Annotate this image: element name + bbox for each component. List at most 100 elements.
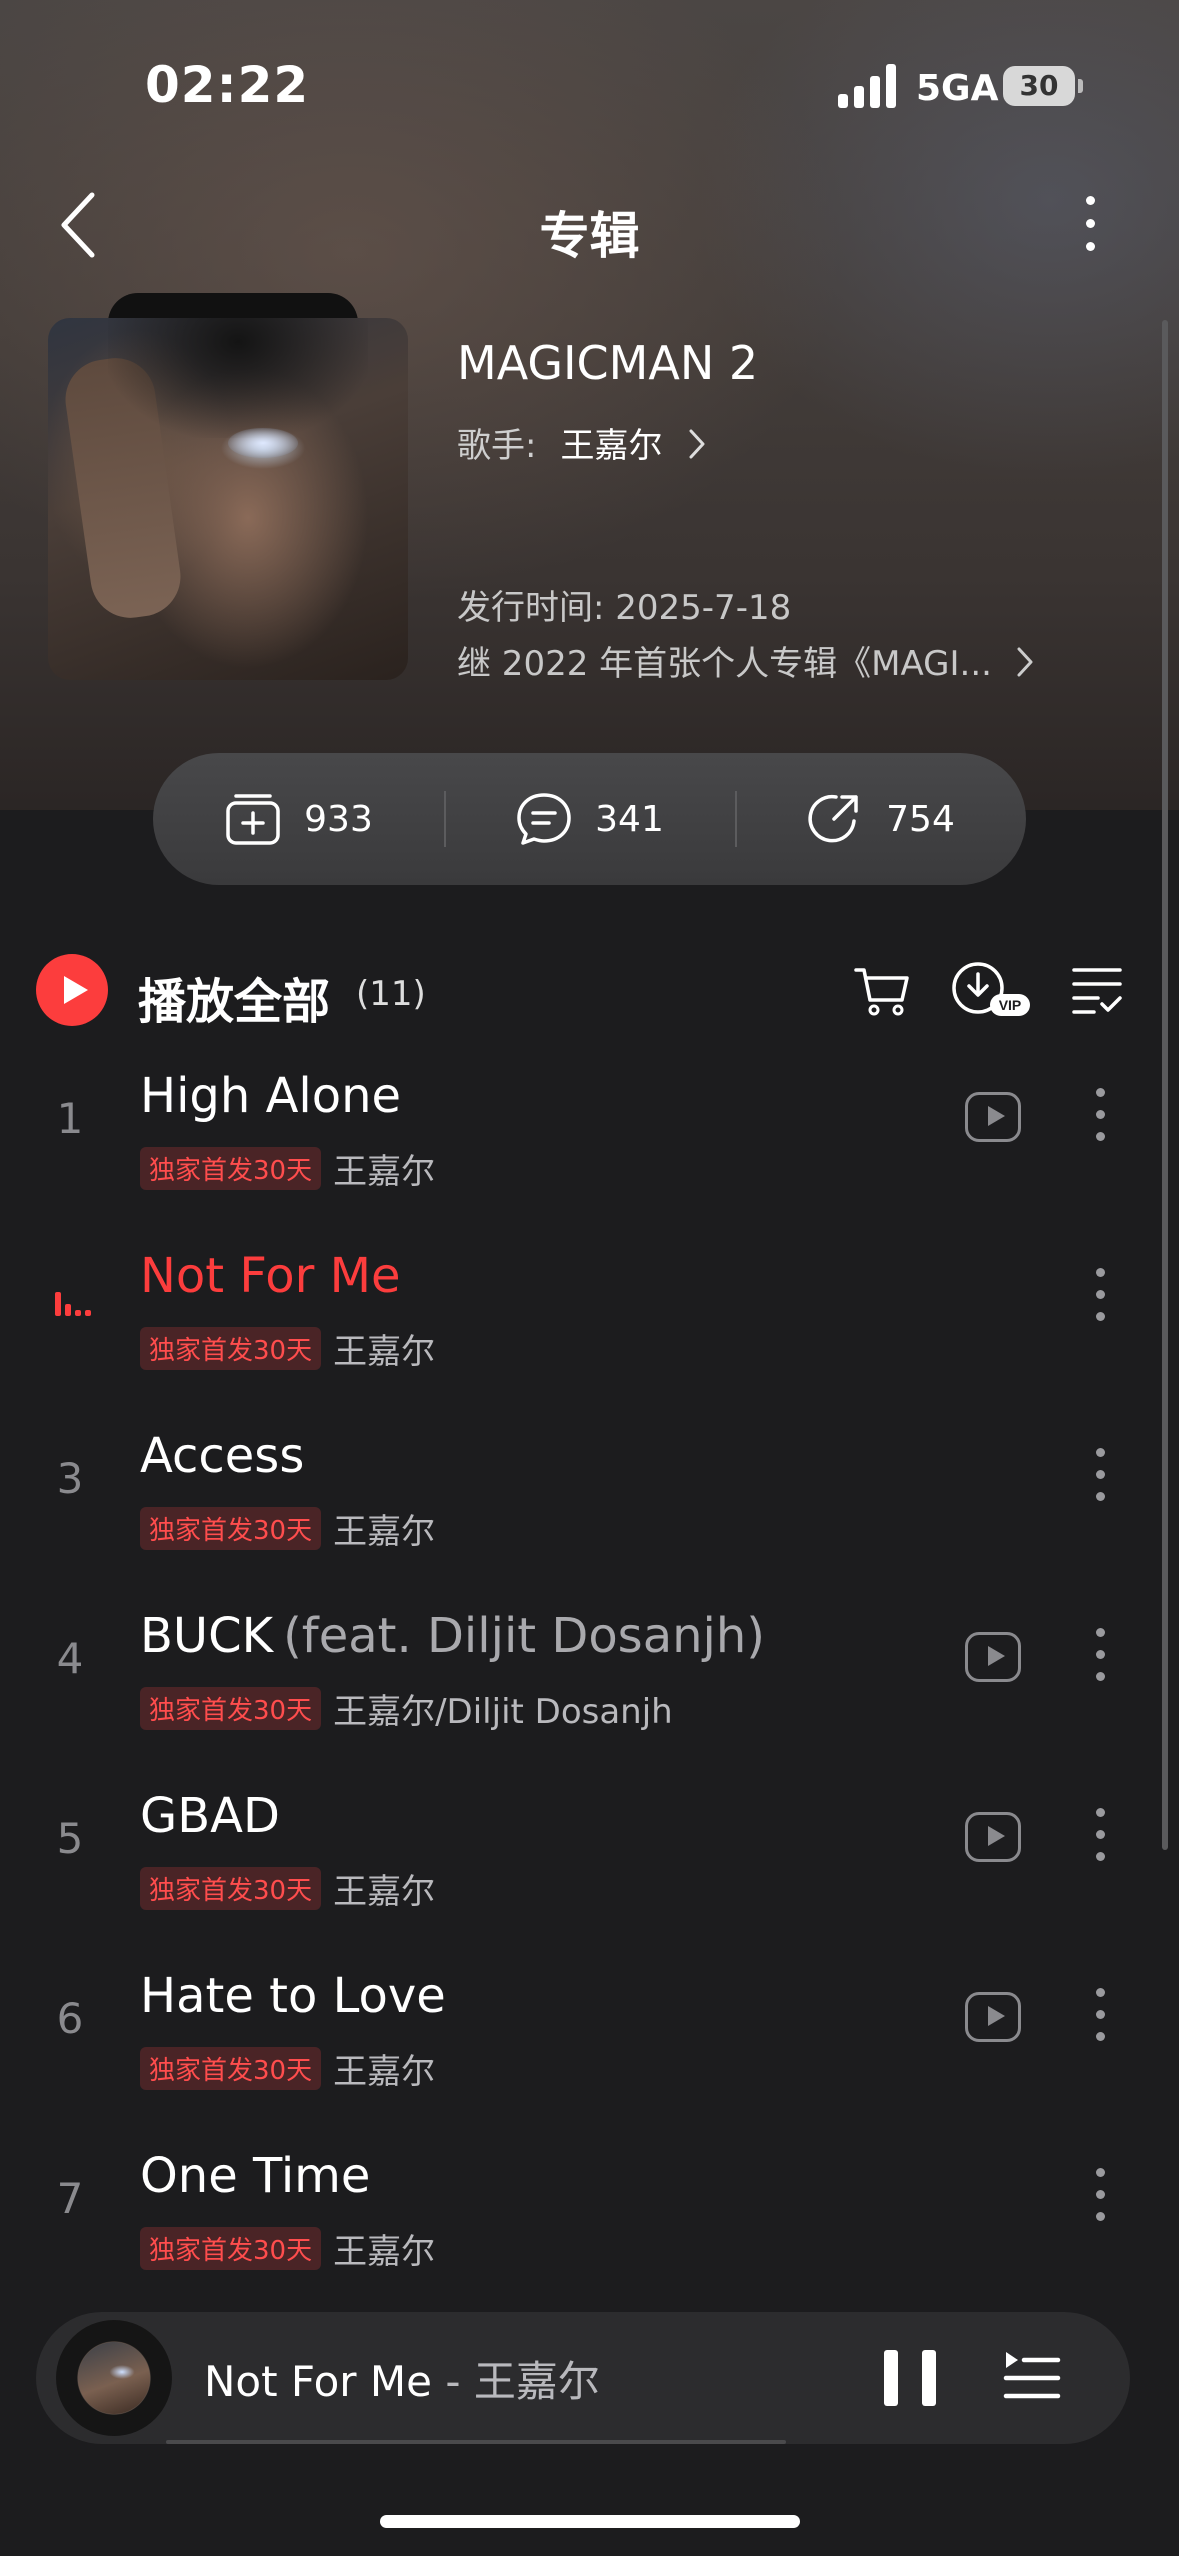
mini-separator: - (432, 2357, 474, 2406)
track-number: 4 (56, 1634, 84, 1683)
track-artist: 王嘉尔 (333, 2052, 436, 2092)
exclusive-badge: 独家首发30天 (140, 1507, 322, 1550)
video-icon[interactable] (965, 1092, 1021, 1142)
battery-icon: 30 (1003, 66, 1083, 106)
exclusive-badge: 独家首发30天 (140, 2227, 322, 2270)
track-row[interactable]: Not For Me 独家首发30天 王嘉尔 (0, 1220, 1179, 1400)
track-row[interactable]: 1 High Alone 独家首发30天 王嘉尔 (0, 1040, 1179, 1220)
video-icon[interactable] (965, 1812, 1021, 1862)
track-title: Hate to Love (140, 1968, 446, 2024)
mini-player-cover[interactable] (56, 2320, 172, 2436)
more-icon (1080, 1628, 1120, 1681)
track-more-button[interactable] (1080, 1448, 1120, 1528)
track-row[interactable]: 7 One Time 独家首发30天 王嘉尔 (0, 2120, 1179, 2300)
track-title: Not For Me (140, 1248, 401, 1304)
album-artist-link[interactable]: 歌手: 王嘉尔 (457, 418, 707, 467)
comment-count: 341 (595, 798, 664, 840)
exclusive-badge: 独家首发30天 (140, 1687, 322, 1730)
track-more-button[interactable] (1080, 1808, 1120, 1888)
cart-icon (854, 968, 909, 1016)
mini-player[interactable]: Not For Me - 王嘉尔 (36, 2312, 1130, 2444)
track-meta: 独家首发30天 王嘉尔 (140, 1504, 435, 1553)
track-meta: 独家首发30天 王嘉尔 (140, 1864, 435, 1913)
track-row[interactable]: 3 Access 独家首发30天 王嘉尔 (0, 1400, 1179, 1580)
track-artist: 王嘉尔 (333, 2232, 436, 2272)
track-title-text: GBAD (140, 1788, 280, 1844)
download-vip-icon: VIP (952, 962, 1030, 1016)
multi-select-button[interactable] (1072, 952, 1122, 1028)
album-description-link[interactable]: 继 2022 年首张个人专辑《MAGI... (457, 636, 1057, 685)
track-title: High Alone (140, 1068, 401, 1124)
signal-icon (838, 64, 898, 108)
track-more-button[interactable] (1080, 1988, 1120, 2068)
more-icon (1080, 2168, 1120, 2221)
mini-player-title[interactable]: Not For Me - 王嘉尔 (204, 2348, 600, 2409)
video-icon[interactable] (965, 1632, 1021, 1682)
download-vip-button[interactable]: VIP (950, 952, 1036, 1028)
track-artist: 王嘉尔/Diljit Dosanjh (333, 1692, 673, 1732)
status-bar: 02:22 5GA 30 (0, 0, 1179, 170)
video-icon[interactable] (965, 1992, 1021, 2042)
album-cover[interactable] (48, 318, 408, 680)
collect-count: 933 (304, 798, 373, 840)
track-more-button[interactable] (1080, 1268, 1120, 1348)
track-title: GBAD (140, 1788, 280, 1844)
share-button[interactable]: 754 (735, 753, 1026, 885)
track-feat: (feat. Diljit Dosanjh) (283, 1608, 766, 1664)
track-meta: 独家首发30天 王嘉尔 (140, 2044, 435, 2093)
track-meta: 独家首发30天 王嘉尔/Diljit Dosanjh (140, 1684, 673, 1733)
track-number: 1 (56, 1094, 84, 1143)
track-number: 5 (56, 1814, 84, 1863)
collect-icon (226, 794, 280, 845)
page-title: 专辑 (539, 207, 640, 265)
track-row[interactable]: 4 BUCK (feat. Diljit Dosanjh) 独家首发30天 王嘉尔/Di… (0, 1580, 1179, 1760)
more-icon (1080, 1808, 1120, 1861)
pause-button[interactable] (884, 2350, 936, 2406)
more-icon (1070, 190, 1110, 251)
track-title: Access (140, 1428, 304, 1484)
track-artist: 王嘉尔 (333, 1152, 436, 1192)
home-indicator[interactable] (380, 2515, 800, 2528)
share-count: 754 (886, 798, 955, 840)
track-meta: 独家首发30天 王嘉尔 (140, 2224, 435, 2273)
track-row[interactable]: 5 GBAD 独家首发30天 王嘉尔 (0, 1760, 1179, 1940)
play-all-button[interactable] (36, 954, 108, 1026)
track-more-button[interactable] (1080, 2168, 1120, 2248)
more-icon (1080, 1268, 1120, 1321)
track-row[interactable]: 6 Hate to Love 独家首发30天 王嘉尔 (0, 1940, 1179, 2120)
track-title-text: Not For Me (140, 1248, 401, 1304)
now-playing-icon (55, 1286, 91, 1316)
album-stats-bar: 933 341 754 (153, 753, 1026, 885)
more-button[interactable] (1070, 190, 1110, 270)
exclusive-badge: 独家首发30天 (140, 1867, 322, 1910)
track-number: 3 (56, 1454, 84, 1503)
track-title-text: High Alone (140, 1068, 402, 1124)
artist-name: 王嘉尔 (560, 426, 663, 466)
svg-text:VIP: VIP (999, 997, 1022, 1013)
artist-label: 歌手: (457, 426, 537, 466)
track-artist: 王嘉尔 (333, 1872, 436, 1912)
track-more-button[interactable] (1080, 1628, 1120, 1708)
playlist-queue-button[interactable] (1002, 2348, 1062, 2408)
share-icon (808, 794, 858, 843)
track-title: BUCK (feat. Diljit Dosanjh) (140, 1608, 765, 1664)
exclusive-badge: 独家首发30天 (140, 1327, 322, 1370)
scrollbar[interactable] (1162, 320, 1168, 1850)
chevron-right-icon (1003, 644, 1035, 684)
cart-button[interactable] (852, 952, 912, 1028)
exclusive-badge: 独家首发30天 (140, 2047, 322, 2090)
track-more-button[interactable] (1080, 1088, 1120, 1168)
more-icon (1080, 1088, 1120, 1141)
track-number: 6 (56, 1994, 84, 2043)
track-meta: 独家首发30天 王嘉尔 (140, 1324, 435, 1373)
track-title: One Time (140, 2148, 370, 2204)
play-all-label[interactable]: 播放全部 (138, 962, 330, 1032)
mini-player-progress (166, 2440, 786, 2444)
collect-button[interactable]: 933 (153, 753, 444, 885)
track-count: (11) (356, 974, 426, 1014)
chevron-right-icon (676, 426, 707, 466)
status-time: 02:22 (145, 56, 310, 114)
comment-button[interactable]: 341 (444, 753, 735, 885)
track-artist: 王嘉尔 (333, 1512, 436, 1552)
comment-icon (517, 793, 571, 845)
